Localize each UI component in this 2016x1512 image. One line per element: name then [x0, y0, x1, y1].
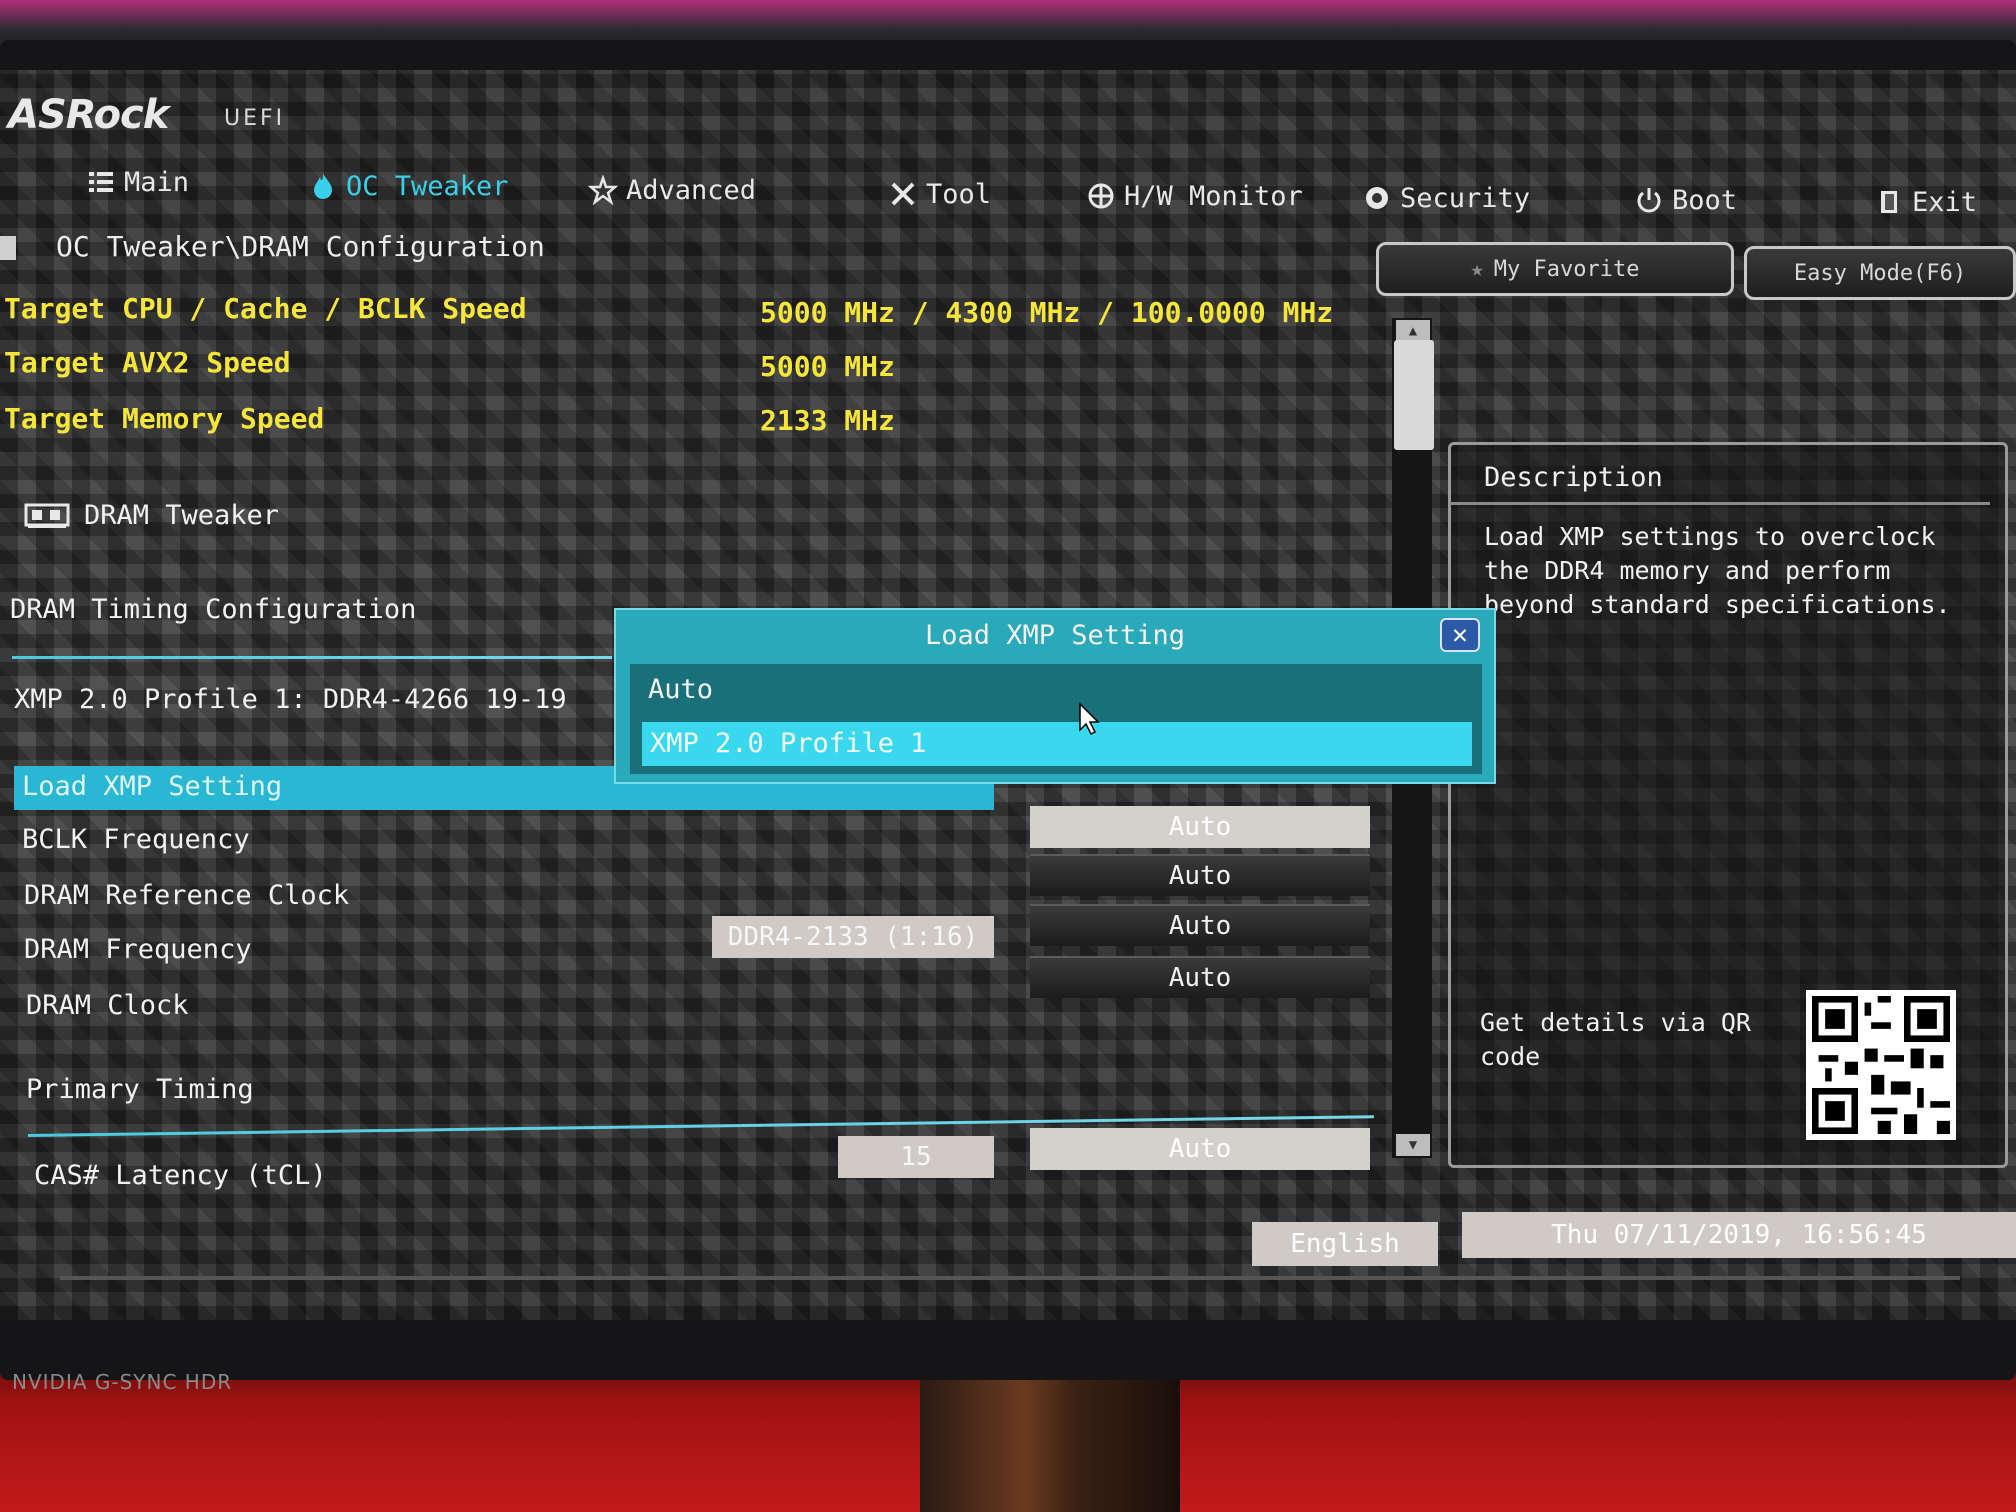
option-auto[interactable]: Auto — [648, 674, 713, 705]
scroll-down-arrow-icon[interactable]: ▼ — [1396, 1134, 1430, 1156]
option-xmp-profile-1-label: XMP 2.0 Profile 1 — [650, 728, 927, 759]
datetime-display: Thu 07/11/2019, 16:56:45 — [1462, 1212, 2016, 1258]
dialog-title: Load XMP Setting — [924, 620, 1186, 651]
primary-timing-heading: Primary Timing — [26, 1074, 254, 1105]
back-arrow-icon[interactable] — [0, 236, 16, 260]
qr-code-label: Get details via QR code — [1480, 1008, 1751, 1071]
tab-main[interactable]: Main — [86, 162, 189, 202]
tab-hw-monitor-label: H/W Monitor — [1124, 180, 1303, 212]
dram-tweaker-item[interactable]: DRAM Tweaker — [24, 500, 279, 531]
flame-icon — [314, 174, 332, 199]
monitor-brand-label: NVIDIA G-SYNC HDR — [12, 1370, 233, 1394]
dram-clock-label: DRAM Clock — [26, 990, 189, 1021]
star-icon: ★ — [1470, 256, 1484, 282]
target-memory-label: Target Memory Speed — [4, 402, 325, 435]
tab-exit[interactable]: Exit — [1874, 182, 1977, 222]
tab-boot[interactable]: Boot — [1634, 180, 1737, 220]
dram-reference-clock-select[interactable]: Auto — [1030, 854, 1370, 896]
shield-icon — [1366, 187, 1388, 209]
easy-mode-button[interactable]: Easy Mode(F6) — [1744, 246, 2016, 300]
option-xmp-profile-1[interactable]: XMP 2.0 Profile 1 — [642, 722, 1472, 766]
scrollbar-thumb[interactable] — [1394, 340, 1434, 450]
tab-advanced-label: Advanced — [626, 174, 757, 206]
footer-divider — [60, 1276, 1960, 1280]
breadcrumb-path: OC Tweaker\DRAM Configuration — [56, 230, 545, 263]
monitor-stand — [920, 1360, 1180, 1512]
dram-timing-config-heading: DRAM Timing Configuration — [10, 594, 417, 625]
dram-reference-clock-label: DRAM Reference Clock — [24, 880, 350, 911]
target-avx2-value: 5000 MHz — [760, 350, 895, 383]
description-text: Load XMP settings to overclock the DDR4 … — [1484, 522, 1951, 619]
description-divider — [1450, 502, 1990, 505]
star-icon — [588, 175, 618, 205]
load-xmp-setting-dialog: Load XMP Setting ✕ Auto XMP 2.0 Profile … — [614, 608, 1496, 784]
bclk-frequency-select[interactable]: Auto — [1030, 806, 1370, 848]
door-icon — [1881, 191, 1897, 213]
bclk-frequency-label: BCLK Frequency — [22, 824, 250, 855]
cas-latency-current: 15 — [838, 1136, 994, 1178]
my-favorite-label: My Favorite — [1493, 256, 1640, 282]
tab-exit-label: Exit — [1912, 186, 1978, 218]
tab-oc-tweaker-label: OC Tweaker — [346, 170, 509, 202]
target-cpu-value: 5000 MHz / 4300 MHz / 100.0000 MHz — [760, 296, 1334, 329]
dialog-options-list: Auto XMP 2.0 Profile 1 — [630, 664, 1482, 774]
dram-frequency-select[interactable]: Auto — [1030, 904, 1370, 946]
dram-frequency-current: DDR4-2133 (1:16) — [712, 916, 994, 958]
memory-module-icon — [24, 503, 70, 528]
uefi-label: UEFI — [224, 106, 286, 131]
tab-security[interactable]: Security — [1362, 178, 1530, 218]
tab-boot-label: Boot — [1672, 184, 1738, 216]
dram-clock-select[interactable]: Auto — [1030, 956, 1370, 998]
dram-frequency-label: DRAM Frequency — [24, 934, 252, 965]
qr-code — [1806, 990, 1956, 1140]
xmp-profile-info: XMP 2.0 Profile 1: DDR4-4266 19-19 — [14, 684, 567, 715]
section-divider — [12, 656, 612, 659]
asrock-logo: ASRock — [8, 92, 169, 138]
cas-latency-select[interactable]: Auto — [1030, 1128, 1370, 1170]
tab-security-label: Security — [1400, 182, 1531, 214]
tab-tool[interactable]: Tool — [888, 174, 991, 214]
monitor-icon — [1088, 183, 1114, 209]
target-cpu-label: Target CPU / Cache / BCLK Speed — [4, 292, 527, 325]
list-icon — [89, 172, 113, 192]
target-avx2-label: Target AVX2 Speed — [4, 346, 291, 379]
dram-tweaker-label: DRAM Tweaker — [84, 500, 280, 531]
target-memory-value: 2133 MHz — [760, 404, 895, 437]
easy-mode-label: Easy Mode(F6) — [1793, 260, 1967, 286]
qr-code-icon — [1812, 996, 1950, 1134]
cas-latency-label: CAS# Latency (tCL) — [34, 1160, 327, 1191]
breadcrumb: OC Tweaker\DRAM Configuration — [0, 230, 545, 263]
tab-tool-label: Tool — [926, 178, 992, 210]
uefi-screen: ASRock UEFI Main OC Tweaker Advanced Too… — [0, 70, 2016, 1320]
description-title: Description — [1484, 462, 1663, 493]
my-favorite-button[interactable]: ★ My Favorite — [1376, 242, 1734, 296]
language-button[interactable]: English — [1252, 1222, 1438, 1266]
tab-hw-monitor[interactable]: H/W Monitor — [1086, 176, 1303, 216]
power-icon — [1637, 188, 1661, 213]
close-icon[interactable]: ✕ — [1440, 618, 1480, 652]
mouse-cursor-icon — [1079, 702, 1100, 736]
scroll-up-arrow-icon[interactable]: ▲ — [1396, 320, 1430, 342]
tools-icon — [891, 182, 915, 206]
load-xmp-setting-label: Load XMP Setting — [22, 771, 283, 802]
tab-main-label: Main — [124, 166, 190, 198]
tab-oc-tweaker[interactable]: OC Tweaker — [308, 166, 509, 206]
tab-advanced[interactable]: Advanced — [588, 170, 756, 210]
